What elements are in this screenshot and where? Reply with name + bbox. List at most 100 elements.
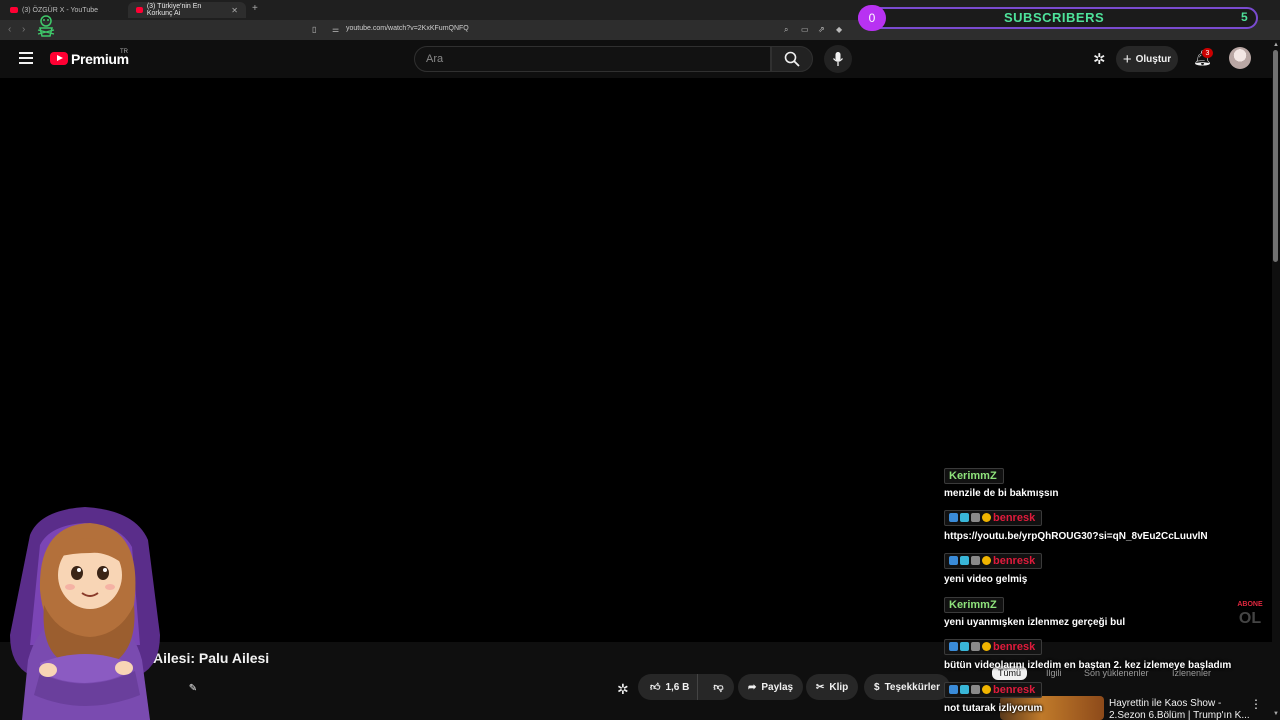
clip-button[interactable]: ✂ Klip: [806, 674, 859, 700]
chat-message: benresk not tutarak izliyorum: [944, 681, 1042, 714]
share-page-icon[interactable]: ⇗: [818, 25, 825, 34]
video-player[interactable]: [0, 78, 1272, 642]
chat-message-text: bütün videolarını izledim en baştan 2. k…: [944, 660, 1232, 671]
chat-message-text: not tutarak izliyorum: [944, 703, 1043, 714]
recommended-video-title[interactable]: Hayrettin ile Kaos Show - 2.Sezon 6.Bölü…: [1109, 698, 1259, 720]
menu-icon[interactable]: [19, 52, 33, 64]
chat-message: KerimmZ menzile de bi bakmışsın: [944, 466, 1058, 499]
chat-username: KerimmZ: [944, 597, 1004, 613]
settings-gear-icon[interactable]: ✲: [617, 681, 629, 698]
like-dislike-group: 👍︎ 1,6 B 👎︎: [638, 674, 734, 700]
scroll-down-icon[interactable]: ▼: [1272, 711, 1280, 717]
thanks-label: Teşekkürler: [884, 681, 940, 693]
chat-user-tag: benresk: [944, 552, 1043, 569]
subscriber-label: SUBSCRIBERS: [1004, 10, 1105, 25]
share-arrow-icon: ➦: [748, 681, 757, 693]
user-avatar[interactable]: [1229, 47, 1251, 69]
logo-country-code: TR: [120, 49, 128, 55]
create-label: Oluştur: [1135, 53, 1172, 65]
gem-badge-icon: [960, 556, 969, 565]
search-icon: [784, 51, 800, 67]
chat-message-text: yeni video gelmiş: [944, 574, 1028, 585]
member-badge-icon: [971, 556, 980, 565]
forward-icon[interactable]: ›: [22, 24, 25, 35]
browser-tab-title: (3) ÖZGÜR X - YouTube: [22, 6, 98, 14]
chat-message: benresk https://youtu.be/yrpQhROUG30?si=…: [944, 509, 1208, 542]
chat-message: benresk yeni video gelmiş: [944, 552, 1043, 585]
chat-message-text: menzile de bi bakmışsın: [944, 488, 1059, 499]
abone-ol-logo: ABONE OL: [1237, 601, 1263, 626]
youtube-favicon-icon: [10, 7, 18, 13]
moderator-badge-icon: [949, 685, 958, 694]
search-box: [414, 46, 771, 72]
coin-badge-icon: [982, 642, 991, 651]
like-button[interactable]: 👍︎ 1,6 B: [638, 674, 699, 700]
dislike-button[interactable]: 👎︎: [703, 681, 733, 693]
streamer-avatar-illustration: [10, 507, 160, 720]
extension-icon[interactable]: ◆: [836, 25, 842, 34]
new-tab-button[interactable]: +: [252, 3, 258, 14]
chat-user-tag: benresk: [944, 638, 1043, 655]
create-button[interactable]: + Oluştur: [1116, 46, 1178, 72]
chat-message-text: https://youtu.be/yrpQhROUG30?si=qN_8vEu2…: [944, 531, 1208, 542]
gem-badge-icon: [960, 685, 969, 694]
browser-tab-title: (3) Türkiye'nin En Korkunç Ai: [146, 3, 202, 17]
moderator-badge-icon: [949, 513, 958, 522]
back-icon[interactable]: ‹: [8, 24, 11, 35]
browser-tab-active[interactable]: (3) Türkiye'nin En Korkunç Ai ✕: [128, 2, 246, 18]
youtube-header: Premium TR ✲ + Oluştur 🔔︎ 3: [0, 40, 1272, 78]
chat-username: benresk: [993, 511, 1036, 524]
clip-label: Klip: [829, 681, 849, 693]
chat-message: benresk bütün videolarını izledim en baş…: [944, 638, 1231, 671]
bookmark-icon[interactable]: ▯: [312, 25, 316, 34]
thanks-dollar-icon: $: [874, 681, 880, 693]
member-badge-icon: [971, 642, 980, 651]
mascot-icon: [37, 15, 55, 37]
like-count: 1,6 B: [665, 681, 690, 693]
zoom-icon[interactable]: ⌕: [784, 25, 788, 35]
video-title: Ailesi: Palu Ailesi: [153, 650, 270, 666]
search-button[interactable]: [771, 46, 813, 72]
youtube-logo-icon[interactable]: [50, 52, 68, 65]
edit-icon[interactable]: ✎: [184, 679, 202, 697]
share-label: Paylaş: [761, 681, 794, 693]
scrollbar-thumb[interactable]: [1273, 50, 1278, 262]
url-field[interactable]: youtube.com/watch?v=2KxKFumQNFQ: [346, 25, 469, 32]
browser-tab[interactable]: (3) ÖZGÜR X - YouTube: [2, 2, 126, 18]
search-input[interactable]: [415, 47, 770, 71]
screen: { "browser": { "tabs": [ {"title": "(3) …: [0, 0, 1280, 720]
cast-icon[interactable]: ▭: [801, 25, 809, 34]
thanks-button[interactable]: $ Teşekkürler: [864, 674, 950, 700]
member-badge-icon: [971, 513, 980, 522]
chat-message: KerimmZ yeni uyanmışken izlenmez gerçeği…: [944, 595, 1125, 628]
chat-username: benresk: [993, 683, 1036, 696]
chat-user-tag: benresk: [944, 681, 1043, 698]
chat-user-tag: benresk: [944, 509, 1043, 526]
subscriber-count: 0: [858, 5, 886, 31]
chat-username: KerimmZ: [944, 468, 1004, 484]
abone-logo-line2: OL: [1239, 610, 1261, 626]
chat-username: benresk: [993, 554, 1036, 567]
abone-logo-line1: ABONE: [1237, 601, 1263, 608]
notification-badge: 3: [1202, 48, 1213, 58]
more-options-icon[interactable]: ⋮: [1250, 697, 1262, 711]
coin-badge-icon: [982, 556, 991, 565]
site-info-icon[interactable]: ⚌: [332, 25, 339, 34]
microphone-icon: [832, 52, 844, 66]
close-tab-icon[interactable]: ✕: [231, 6, 238, 15]
member-badge-icon: [971, 685, 980, 694]
scissors-icon: ✂: [816, 681, 825, 693]
youtube-favicon-icon: [136, 7, 143, 13]
gem-badge-icon: [960, 513, 969, 522]
voice-search-button[interactable]: [824, 45, 852, 73]
thumbs-down-icon: 👎︎: [713, 682, 724, 693]
settings-gear-icon[interactable]: ✲: [1093, 50, 1106, 68]
scroll-up-icon[interactable]: ▲: [1272, 42, 1280, 48]
subscriber-goal: 5: [1241, 10, 1248, 24]
share-button[interactable]: ➦ Paylaş: [738, 674, 804, 700]
plus-icon: +: [1122, 50, 1132, 68]
chat-username: benresk: [993, 640, 1036, 653]
thumbs-up-icon: 👍︎: [650, 682, 661, 693]
chat-message-text: yeni uyanmışken izlenmez gerçeği bul: [944, 617, 1126, 628]
coin-badge-icon: [982, 685, 991, 694]
